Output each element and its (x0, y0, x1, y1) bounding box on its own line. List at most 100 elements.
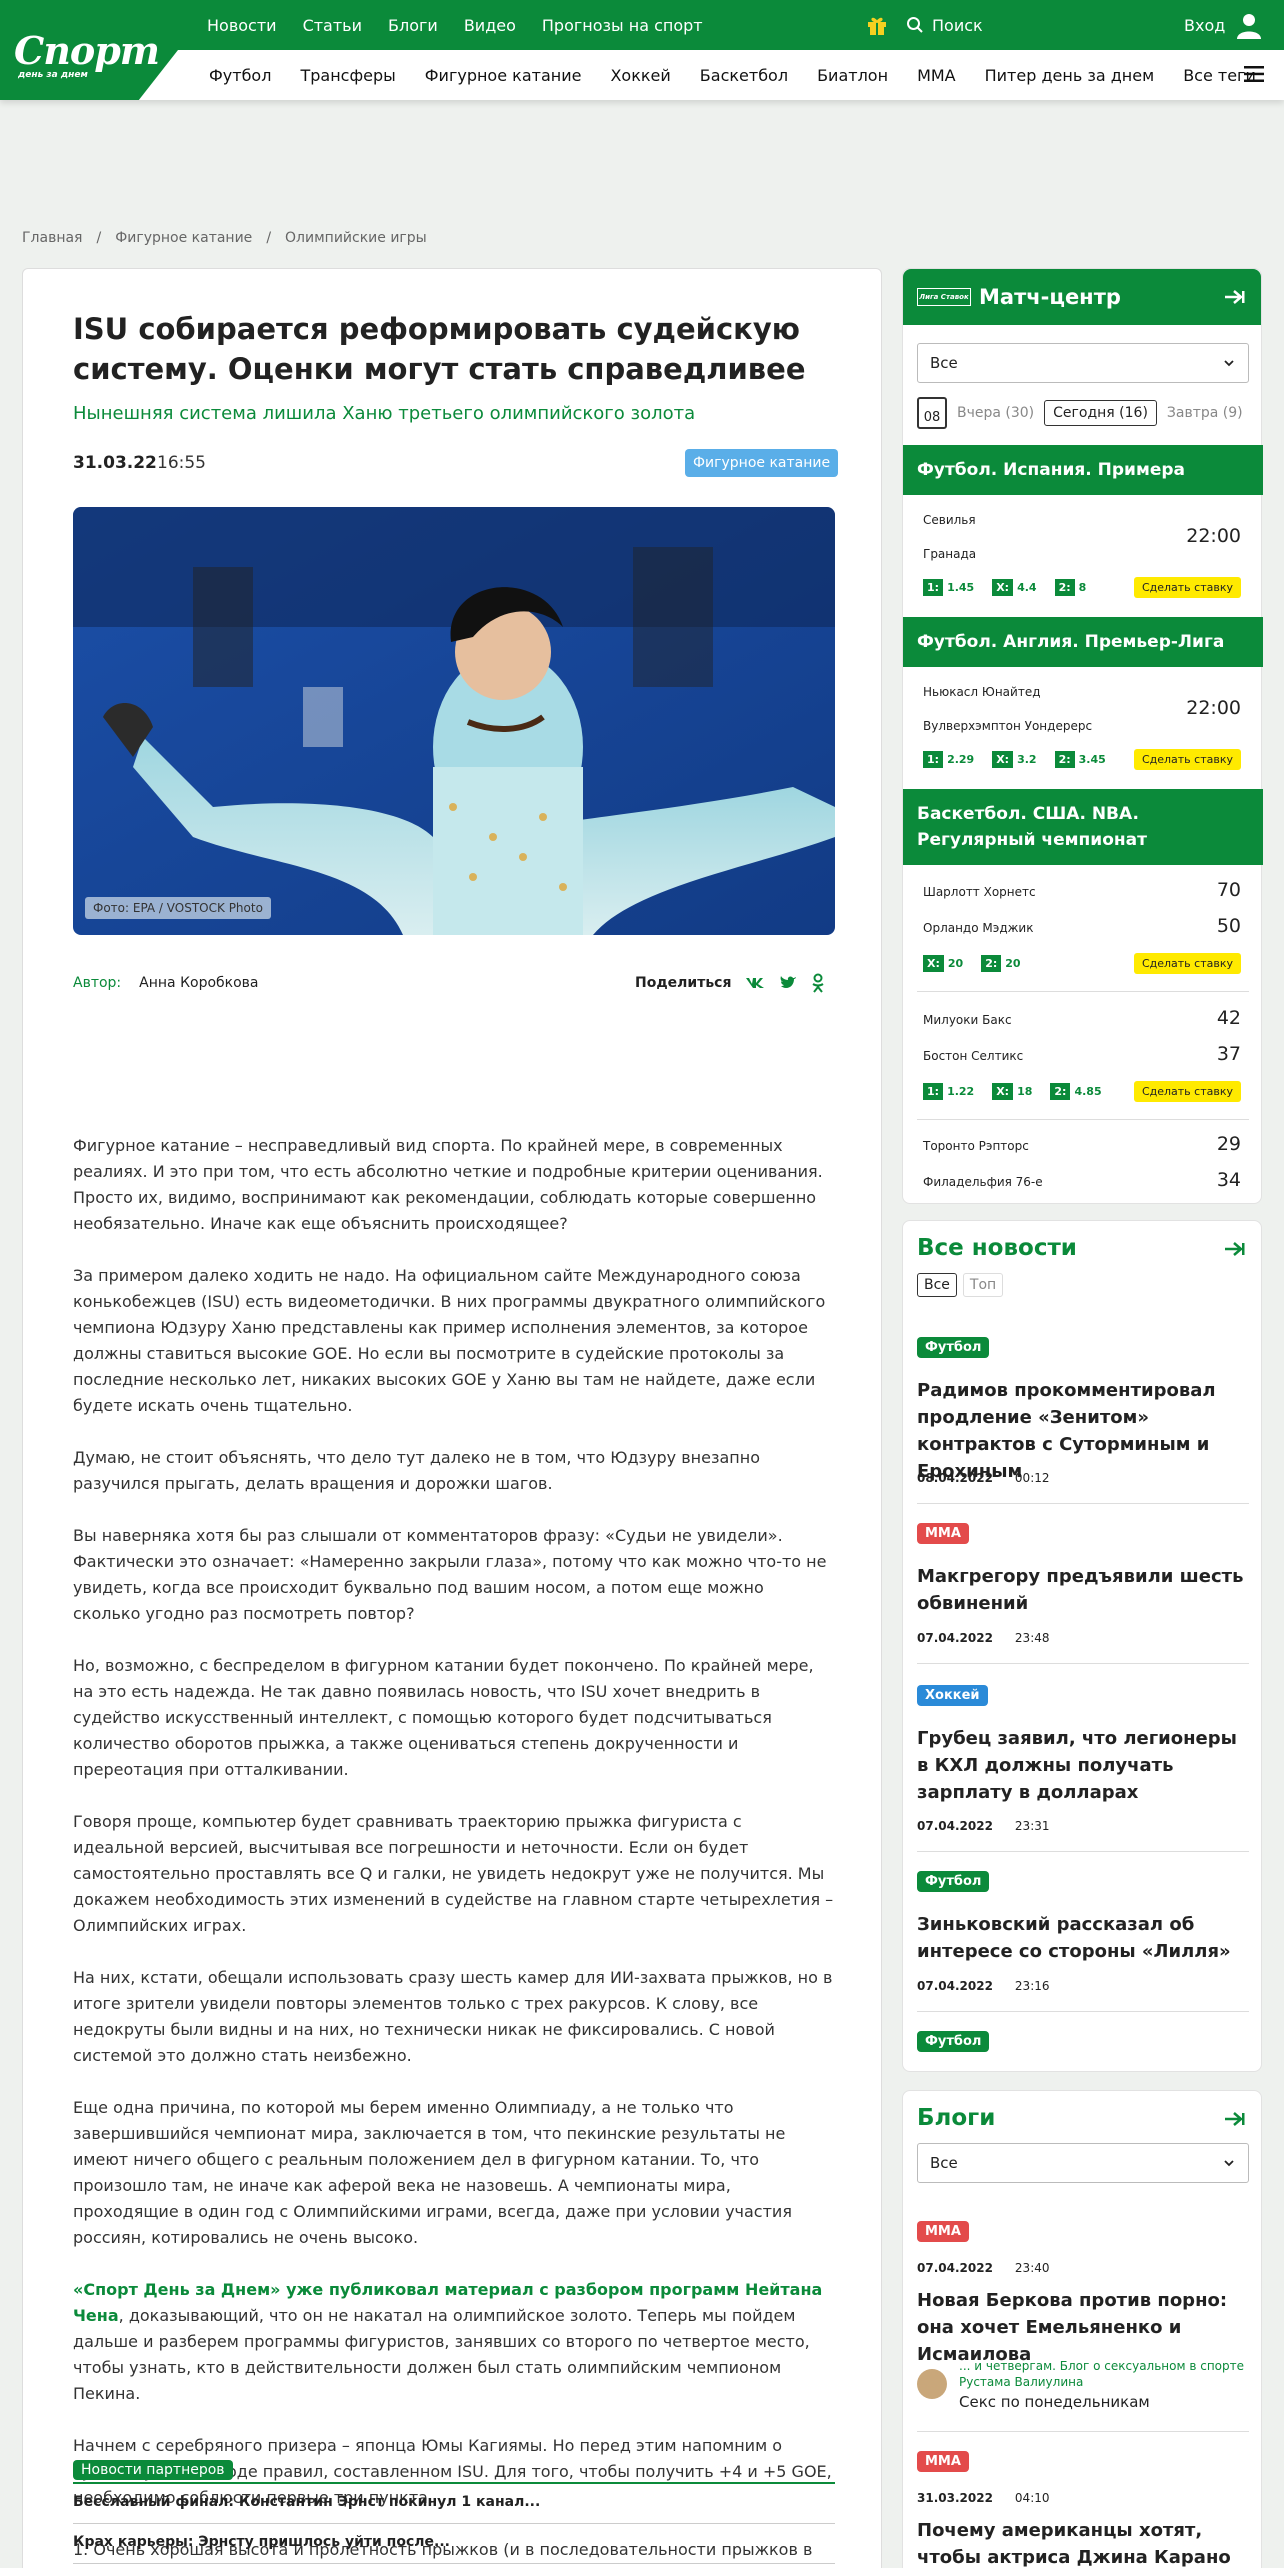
news-tabs: Все Топ (917, 1273, 1004, 1297)
odnoklassniki-icon[interactable] (811, 973, 825, 993)
bet-button[interactable]: Сделать ставку (1133, 1081, 1241, 1102)
league-header[interactable]: Футбол. Испания. Примера (903, 445, 1263, 495)
author-name[interactable]: Анна Коробкова (139, 975, 258, 991)
article-body: Фигурное катание – несправедливый вид сп… (73, 1136, 834, 2568)
news-tag[interactable]: MMA (917, 1523, 969, 1544)
partners-header: Новости партнеров (73, 2460, 233, 2480)
twitter-icon[interactable] (779, 975, 797, 991)
blog-title[interactable]: Новая Беркова против порно: она хочет Ем… (917, 2287, 1247, 2368)
news-date: 07.04.2022 23:48 (917, 1631, 1050, 1645)
tab-yesterday[interactable]: Вчера (30) (957, 405, 1034, 421)
odd-button[interactable]: 2: 20 (981, 955, 1021, 972)
blog-description: ... и четвергам. Блог о сексуальном в сп… (959, 2359, 1245, 2373)
breadcrumb-olympics[interactable]: Олимпийские игры (285, 230, 427, 246)
nav-blogs[interactable]: Блоги (388, 16, 438, 35)
subnav-football[interactable]: Футбол (209, 66, 271, 85)
breadcrumb-home[interactable]: Главная (22, 230, 82, 246)
odd-button[interactable]: X: 18 (992, 1083, 1032, 1100)
odd-button[interactable]: X: 3.2 (992, 751, 1037, 768)
search-icon (907, 17, 923, 33)
gift-icon[interactable] (866, 14, 888, 36)
share-bar: Поделиться (635, 973, 825, 993)
blog-title[interactable]: Почему американцы хотят, чтобы актриса Д… (917, 2517, 1247, 2568)
bet-button[interactable]: Сделать ставку (1133, 749, 1241, 770)
subnav-piter[interactable]: Питер день за днем (985, 66, 1155, 85)
odd-button[interactable]: 1: 1.45 (923, 579, 974, 596)
nav-predictions[interactable]: Прогнозы на спорт (542, 16, 703, 35)
news-tag[interactable]: Хоккей (917, 1685, 988, 1706)
odd-button[interactable]: 2: 4.85 (1050, 1083, 1102, 1100)
news-title[interactable]: Зиньковский рассказал об интересе со сто… (917, 1911, 1247, 1965)
team-score: 50 (1216, 915, 1241, 937)
login-button[interactable]: Вход (1184, 0, 1263, 50)
subnav-mma[interactable]: ММА (917, 66, 956, 85)
bet-button[interactable]: Сделать ставку (1133, 953, 1241, 974)
news-tag[interactable]: Футбол (917, 2031, 990, 2052)
odd-button[interactable]: 1: 1.22 (923, 1083, 974, 1100)
odds-row: 1: 2.29 X: 3.2 2: 3.45 (923, 751, 1106, 768)
tab-today[interactable]: Сегодня (16) (1044, 400, 1157, 426)
subnav-hockey[interactable]: Хоккей (610, 66, 670, 85)
match-center-title: Матч-центр (979, 285, 1121, 309)
match-center: Лига Ставок Матч-центр Все 08 Вчера (30)… (902, 268, 1263, 1204)
partner-news-item[interactable]: Крах карьеры: Эрнсту пришлось уйти после… (73, 2524, 835, 2564)
partner-news-item[interactable]: Бесславный финал: Константин Эрнст покин… (73, 2484, 835, 2524)
tab-top[interactable]: Топ (962, 1273, 1004, 1297)
liga-stavok-logo: Лига Ставок (917, 288, 971, 306)
blog-author[interactable]: Рустама Валиулина (959, 2375, 1083, 2389)
sport-select[interactable]: Все (917, 343, 1249, 383)
search-button[interactable]: Поиск (906, 0, 983, 50)
sub-nav: Футбол Трансферы Фигурное катание Хоккей… (209, 50, 1256, 100)
site-logo[interactable]: Спорт день за днем (0, 0, 178, 100)
blogs-title[interactable]: Блоги (917, 2105, 995, 2131)
blog-select[interactable]: Все (917, 2143, 1249, 2183)
blog-tag[interactable]: MMA (917, 2451, 969, 2472)
article-time: 16:55 (157, 453, 206, 473)
breadcrumb-figure-skating[interactable]: Фигурное катание (115, 230, 252, 246)
tab-all[interactable]: Все (917, 1273, 957, 1297)
tab-tomorrow[interactable]: Завтра (9) (1167, 405, 1243, 421)
subnav-basketball[interactable]: Баскетбол (700, 66, 788, 85)
arrow-right-icon[interactable] (1225, 2111, 1245, 2127)
nav-articles[interactable]: Статьи (303, 16, 362, 35)
menu-icon[interactable] (1244, 66, 1264, 82)
team-name: Торонто Рэпторс (923, 1139, 1029, 1153)
all-news: Все новости Все Топ Футбол Радимов проко… (902, 1220, 1262, 2072)
team-score: 70 (1216, 879, 1241, 901)
team-name: Севилья (923, 513, 976, 527)
odd-button[interactable]: X: 20 (923, 955, 963, 972)
league-header[interactable]: Баскетбол. США. NBA. Регулярный чемпиона… (903, 789, 1263, 865)
bet-button[interactable]: Сделать ставку (1133, 577, 1241, 598)
subnav-transfers[interactable]: Трансферы (300, 66, 395, 85)
news-title[interactable]: Грубец заявил, что легионеры в КХЛ должн… (917, 1725, 1247, 1806)
league-header[interactable]: Футбол. Англия. Премьер-Лига (903, 617, 1263, 667)
odd-button[interactable]: 1: 2.29 (923, 751, 974, 768)
nav-news[interactable]: Новости (207, 16, 277, 35)
blog-tag[interactable]: MMA (917, 2221, 969, 2242)
news-title[interactable]: Радимов прокомментировал продление «Зени… (917, 1377, 1247, 1485)
vk-icon[interactable] (745, 977, 765, 989)
odd-button[interactable]: 2: 3.45 (1054, 751, 1106, 768)
arrow-right-icon[interactable] (1225, 289, 1245, 305)
site-header: Спорт день за днем Новости Статьи Блоги … (0, 0, 1284, 100)
article-date: 31.03.22 (73, 453, 157, 473)
team-name: Шарлотт Хорнетс (923, 885, 1036, 899)
odd-button[interactable]: 2: 8 (1054, 579, 1086, 596)
article-title: ISU собирается реформировать судейскую с… (73, 312, 806, 386)
calendar-icon[interactable]: 08 (917, 397, 947, 429)
news-tag[interactable]: Футбол (917, 1871, 990, 1892)
article-photo: Фото: EPA / VOSTOCK Photo (73, 507, 835, 935)
blogs: Блоги Все MMA 07.04.2022 23:40 Новая Берк… (902, 2090, 1262, 2568)
blog-name[interactable]: Секс по понедельникам (959, 2393, 1150, 2411)
all-news-title[interactable]: Все новости (917, 1235, 1077, 1261)
team-name: Бостон Селтикс (923, 1049, 1024, 1063)
odd-button[interactable]: X: 4.4 (992, 579, 1037, 596)
nav-video[interactable]: Видео (464, 16, 516, 35)
partners-block: Новости партнеров Бесславный финал: Конс… (73, 2459, 835, 2564)
arrow-right-icon[interactable] (1225, 1241, 1245, 1257)
news-title[interactable]: Макгрегору предъявили шесть обвинений (917, 1563, 1247, 1617)
subnav-figure-skating[interactable]: Фигурное катание (425, 66, 582, 85)
subnav-biathlon[interactable]: Биатлон (817, 66, 888, 85)
article-tag[interactable]: Фигурное катание (685, 449, 839, 477)
news-tag[interactable]: Футбол (917, 1337, 990, 1358)
